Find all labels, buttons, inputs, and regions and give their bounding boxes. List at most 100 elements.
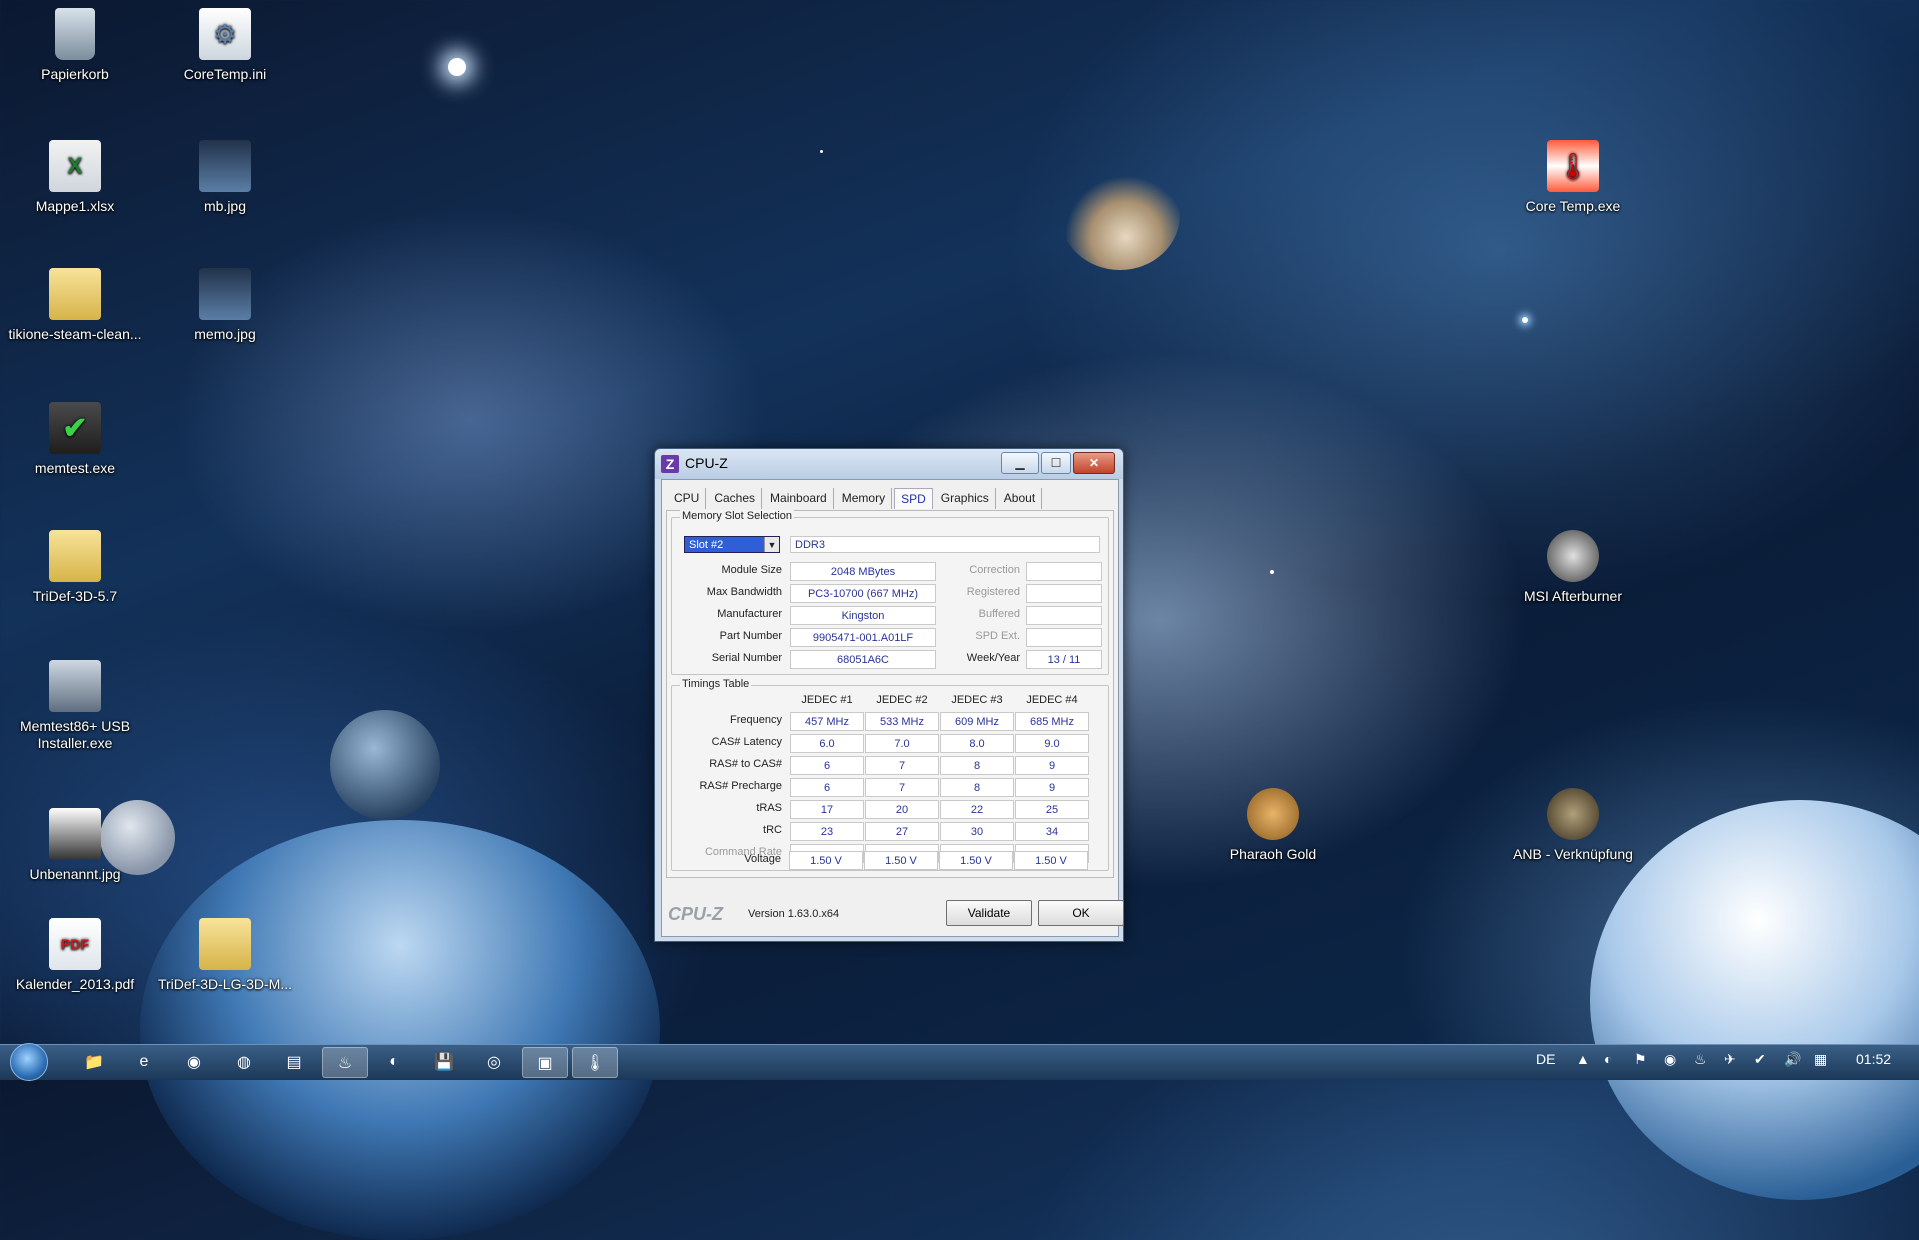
afterburner-tray-icon[interactable]: ✈ [1724, 1051, 1736, 1068]
star [1522, 317, 1528, 323]
language-indicator[interactable]: DE [1536, 1051, 1555, 1067]
row-label: Correction [969, 564, 1020, 576]
desktop-icon-label: MSI Afterburner [1523, 588, 1623, 604]
desktop-icon-label: Papierkorb [41, 66, 109, 82]
tab-mainboard[interactable]: Mainboard [764, 488, 834, 509]
settings-file-icon: ⚙ [199, 8, 251, 60]
afterburner-icon [1547, 530, 1599, 582]
column-header: JEDEC #3 [951, 694, 1003, 706]
timing-cell: 8.0 [940, 734, 1014, 753]
taskbar-ie[interactable]: e [122, 1047, 166, 1076]
taskbar-cpuz[interactable]: ▣ [522, 1047, 568, 1078]
taskbar-save[interactable]: 💾 [422, 1047, 466, 1076]
timing-cell: 1.50 V [1014, 851, 1088, 870]
row-label: RAS# to CAS# [709, 758, 782, 770]
star [1270, 570, 1274, 574]
desktop-icon-tridef-lg[interactable]: TriDef-3D-LG-3D-M... [150, 918, 300, 993]
ok-button[interactable]: OK [1038, 900, 1124, 926]
clock[interactable]: 01:52 [1856, 1051, 1891, 1067]
show-hidden-icons-icon[interactable]: ▲ [1576, 1051, 1590, 1067]
desktop-icon-core-temp-exe[interactable]: 🌡 Core Temp.exe [1498, 140, 1648, 215]
desktop-icon-pharaoh-gold[interactable]: Pharaoh Gold [1198, 788, 1348, 863]
desktop-icon-label: memtest.exe [34, 460, 116, 476]
folder-icon [199, 918, 251, 970]
timing-cell: 7 [865, 778, 939, 797]
taskbar-coretemp[interactable]: 🌡 [572, 1047, 618, 1078]
desktop-icon-memo-jpg[interactable]: memo.jpg [150, 268, 300, 343]
slot-select[interactable]: Slot #2 ▼ [684, 536, 780, 553]
timing-cell: 7 [865, 756, 939, 775]
desktop-icon-memtest[interactable]: ✔ memtest.exe [0, 402, 150, 477]
taskbar-chrome[interactable]: ◉ [172, 1047, 216, 1076]
folder-icon [49, 268, 101, 320]
taskbar-notepad[interactable]: ▤ [272, 1047, 316, 1076]
app-tray-icon[interactable]: ◉ [1664, 1051, 1676, 1068]
desktop-icon-kalender[interactable]: PDF Kalender_2013.pdf [0, 918, 150, 993]
validate-button[interactable]: Validate [946, 900, 1032, 926]
minimize-button[interactable]: ▁ [1001, 452, 1039, 474]
row-label: tRC [763, 824, 782, 836]
desktop-icon-memtest86-installer[interactable]: Memtest86+ USB Installer.exe [0, 660, 150, 752]
chevron-down-icon[interactable]: ▼ [764, 537, 779, 552]
anb-game-icon [1547, 788, 1599, 840]
desktop-icon-unbenannt[interactable]: Unbenannt.jpg [0, 808, 150, 883]
close-button[interactable]: ✕ [1073, 452, 1115, 474]
minimize-icon: ▁ [1015, 456, 1025, 470]
taskbar-app2[interactable]: ◎ [472, 1047, 516, 1076]
memtest-check-icon: ✔ [49, 402, 101, 454]
tab-about[interactable]: About [998, 488, 1043, 509]
spd-ext-field [1026, 628, 1102, 647]
serial-number-field: 68051A6C [790, 650, 936, 669]
tab-spd[interactable]: SPD [894, 488, 933, 509]
desktop-icon-tikione[interactable]: tikione-steam-clean... [0, 268, 150, 343]
computer-installer-icon [49, 660, 101, 712]
tab-graphics[interactable]: Graphics [935, 488, 996, 509]
check-tray-icon[interactable]: ✔ [1754, 1051, 1766, 1068]
row-label: CAS# Latency [711, 736, 782, 748]
desktop-icon-mappe1[interactable]: X Mappe1.xlsx [0, 140, 150, 215]
row-label: Manufacturer [717, 608, 782, 620]
desktop-icon-label: Memtest86+ USB Installer.exe [19, 718, 131, 751]
timing-cell: 6 [790, 756, 864, 775]
row-label: Week/Year [966, 652, 1020, 664]
desktop-icon-msi-afterburner[interactable]: MSI Afterburner [1498, 530, 1648, 605]
firefox-tray-icon[interactable]: ◐ [1604, 1051, 1612, 1067]
version-label: Version 1.63.0.x64 [748, 908, 840, 920]
timing-cell: 30 [940, 822, 1014, 841]
row-label: Buffered [978, 608, 1020, 620]
excel-file-icon: X [49, 140, 101, 192]
flag-icon[interactable]: ⚑ [1634, 1051, 1647, 1068]
volume-icon[interactable]: 🔊 [1784, 1051, 1801, 1068]
pharaoh-game-icon [1247, 788, 1299, 840]
window-titlebar[interactable]: Z CPU-Z ▁ ☐ ✕ [655, 449, 1123, 479]
cpuz-window[interactable]: Z CPU-Z ▁ ☐ ✕ CPU Caches Mainboard Memor… [654, 448, 1124, 942]
group-title: Memory Slot Selection [680, 510, 795, 522]
tab-cpu[interactable]: CPU [668, 488, 707, 509]
row-label: Module Size [721, 564, 782, 576]
tab-caches[interactable]: Caches [708, 488, 763, 509]
column-header: JEDEC #1 [801, 694, 853, 706]
row-label: Registered [966, 586, 1020, 598]
row-label: Voltage [744, 853, 781, 865]
thermometer-icon: 🌡 [1547, 140, 1599, 192]
desktop-icon-papierkorb[interactable]: Papierkorb [0, 8, 150, 83]
taskbar-explorer[interactable]: 📁 [72, 1047, 116, 1076]
tab-memory[interactable]: Memory [836, 488, 893, 509]
taskbar-steam[interactable]: ♨ [322, 1047, 368, 1078]
desktop-icon-mb-jpg[interactable]: mb.jpg [150, 140, 300, 215]
cpuz-logo-icon: Z [661, 455, 679, 473]
image-file-icon [199, 140, 251, 192]
desktop-icon-anb[interactable]: ANB - Verknüpfung [1498, 788, 1648, 863]
start-button[interactable] [10, 1043, 48, 1081]
taskbar-firefox[interactable]: ◐ [372, 1047, 416, 1076]
slot-select-value: Slot #2 [689, 538, 724, 551]
registered-field [1026, 584, 1102, 603]
maximize-button[interactable]: ☐ [1041, 452, 1071, 474]
desktop-icon-coretemp-ini[interactable]: ⚙ CoreTemp.ini [150, 8, 300, 83]
steam-tray-icon[interactable]: ♨ [1694, 1051, 1707, 1068]
taskbar-app[interactable]: ◍ [222, 1047, 266, 1076]
window-client: CPU Caches Mainboard Memory SPD Graphics… [661, 479, 1124, 937]
network-icon[interactable]: ▦ [1814, 1051, 1827, 1068]
desktop-icon-tridef[interactable]: TriDef-3D-5.7 [0, 530, 150, 605]
correction-field [1026, 562, 1102, 581]
